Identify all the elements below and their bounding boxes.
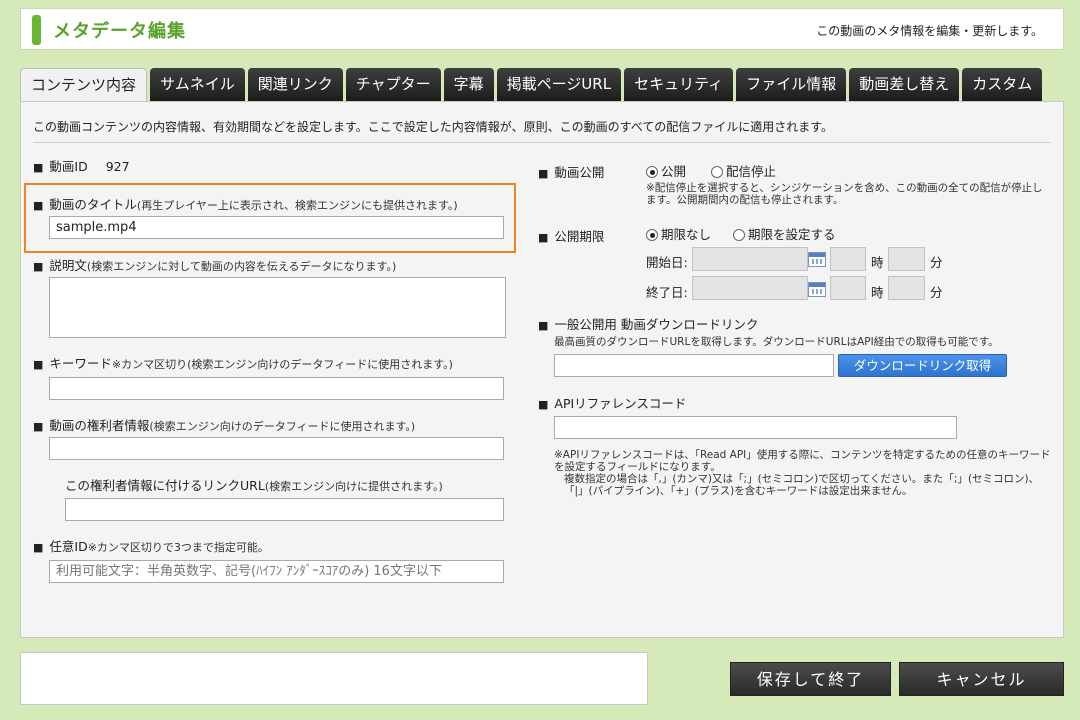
page-header: メタデータ編集 この動画のメタ情報を編集・更新します。 [20,8,1064,50]
rights-hint: (検索エンジン向けのデータフィードに使用されます。) [149,420,416,433]
publish-option-stop[interactable]: 配信停止 [711,161,776,180]
description-textarea[interactable] [49,277,506,338]
radio-selected-icon[interactable] [646,229,658,241]
period-option-set[interactable]: 期限を設定する [733,224,836,243]
api-label: APIリファレンスコード [554,396,687,411]
download-note: 最高画質のダウンロードURLを取得します。ダウンロードURLはAPI経由での取得… [554,336,999,348]
period-option-none-label: 期限なし [661,227,712,242]
tab-subtitles[interactable]: 字幕 [443,68,494,101]
download-label: 一般公開用 動画ダウンロードリンク [554,317,759,332]
title-hint: (再生プレイヤー上に表示され、検索エンジンにも提供されます。) [136,199,458,212]
publish-label: 動画公開 [554,165,605,180]
radio-icon[interactable] [733,229,745,241]
rights-label-row: ■ 動画の権利者情報(検索エンジン向けのデータフィードに使用されます。) [33,415,415,434]
title-label: 動画のタイトル [49,197,137,212]
end-date-label: 終了日: [646,285,688,300]
square-bullet-icon: ■ [33,199,44,212]
tab-custom[interactable]: カスタム [962,68,1043,101]
description-label-row: ■ 説明文(検索エンジンに対して動画の内容を伝えるデータになります。) [33,255,396,274]
tab-content[interactable]: コンテンツ内容 [20,68,148,101]
square-bullet-icon: ■ [33,541,44,554]
keyword-label-row: ■ キーワード※カンマ区切り(検索エンジン向けのデータフィードに使用されます。) [33,353,453,372]
tab-bar: コンテンツ内容 サムネイル 関連リンク チャプター 字幕 掲載ページURL セキ… [20,68,1045,101]
publish-option-public-label: 公開 [661,164,687,179]
radio-icon[interactable] [711,166,723,178]
description-hint: (検索エンジンに対して動画の内容を伝えるデータになります。) [86,260,397,273]
custom-id-hint: ※カンマ区切りで3つまで指定可能。 [87,541,269,554]
period-option-set-label: 期限を設定する [748,227,836,242]
description-label: 説明文 [49,258,87,273]
tab-chapters[interactable]: チャプター [345,68,441,101]
period-label: 公開期限 [554,229,605,244]
video-id-row: ■ 動画ID 927 [33,156,130,175]
square-bullet-icon: ■ [33,358,44,371]
end-minute-unit: 分 [930,285,943,300]
square-bullet-icon: ■ [538,167,549,180]
api-reference-input[interactable] [554,416,957,439]
start-hour-unit: 時 [871,255,884,270]
rights-url-input[interactable] [65,498,504,521]
custom-id-label: 任意ID [49,539,88,554]
api-label-row: ■ APIリファレンスコード [538,393,686,412]
end-hour-unit: 時 [871,285,884,300]
end-date-input[interactable] [692,276,808,300]
keyword-label: キーワード [49,356,112,371]
download-url-input[interactable] [554,354,834,377]
rights-url-label-row: この権利者情報に付けるリンクURL(検索エンジン向けに提供されます。) [65,475,443,494]
square-bullet-icon: ■ [33,161,44,174]
publish-label-row: ■ 動画公開 [538,162,604,181]
title-input[interactable] [49,216,504,239]
custom-id-input[interactable] [49,560,504,583]
square-bullet-icon: ■ [538,319,549,332]
square-bullet-icon: ■ [33,420,44,433]
keyword-hint: ※カンマ区切り(検索エンジン向けのデータフィードに使用されます。) [111,358,453,371]
intro-text: この動画コンテンツの内容情報、有効期間などを設定します。ここで設定した内容情報が… [33,120,834,134]
end-minute-input[interactable] [888,276,925,300]
tab-page-url[interactable]: 掲載ページURL [496,68,622,101]
end-hour-input[interactable] [830,276,866,300]
calendar-icon[interactable] [808,282,826,297]
divider [33,142,1051,143]
tab-related-links[interactable]: 関連リンク [247,68,343,101]
publish-option-stop-label: 配信停止 [726,164,777,179]
tab-security[interactable]: セキュリティ [624,68,734,101]
rights-input[interactable] [49,437,504,460]
keyword-input[interactable] [49,377,504,400]
message-box [20,652,648,705]
api-note-2: 複数指定の場合は「,」(カンマ)又は「;」(セミコロン)で区切ってください。また… [564,473,1040,497]
square-bullet-icon: ■ [538,398,549,411]
start-minute-unit: 分 [930,255,943,270]
content-panel: この動画コンテンツの内容情報、有効期間などを設定します。ここで設定した内容情報が… [20,101,1064,638]
start-date-input[interactable] [692,247,808,271]
rights-url-hint: (検索エンジン向けに提供されます。) [264,480,443,493]
tab-thumbnail[interactable]: サムネイル [150,68,245,101]
publish-option-public[interactable]: 公開 [646,161,686,180]
download-label-row: ■ 一般公開用 動画ダウンロードリンク [538,314,758,333]
calendar-icon[interactable] [808,252,826,267]
get-download-link-button[interactable]: ダウンロードリンク取得 [838,354,1007,377]
api-note-1: ※APIリファレンスコードは、「Read API」使用する際に、コンテンツを特定… [554,449,1051,473]
page-description: この動画のメタ情報を編集・更新します。 [816,24,1043,38]
start-hour-input[interactable] [830,247,866,271]
save-and-exit-button[interactable]: 保存して終了 [730,662,891,696]
tab-replace-video[interactable]: 動画差し替え [849,68,960,101]
header-accent-bar [32,15,41,45]
rights-url-label: この権利者情報に付けるリンクURL [65,478,265,493]
period-label-row: ■ 公開期限 [538,226,604,245]
publish-note: ※配信停止を選択すると、シンジケーションを含め、この動画の全ての配信が停止します… [646,182,1043,206]
video-id-value: 927 [105,159,130,174]
page-title: メタデータ編集 [53,21,186,42]
start-date-label: 開始日: [646,255,688,270]
radio-selected-icon[interactable] [646,166,658,178]
square-bullet-icon: ■ [538,231,549,244]
custom-id-label-row: ■ 任意ID※カンマ区切りで3つまで指定可能。 [33,536,269,555]
video-id-label: 動画ID [49,159,88,174]
tab-file-info[interactable]: ファイル情報 [736,68,847,101]
title-label-row: ■ 動画のタイトル(再生プレイヤー上に表示され、検索エンジンにも提供されます。) [33,194,458,213]
start-minute-input[interactable] [888,247,925,271]
period-option-none[interactable]: 期限なし [646,224,711,243]
square-bullet-icon: ■ [33,260,44,273]
rights-label: 動画の権利者情報 [49,418,150,433]
cancel-button[interactable]: キャンセル [899,662,1064,696]
